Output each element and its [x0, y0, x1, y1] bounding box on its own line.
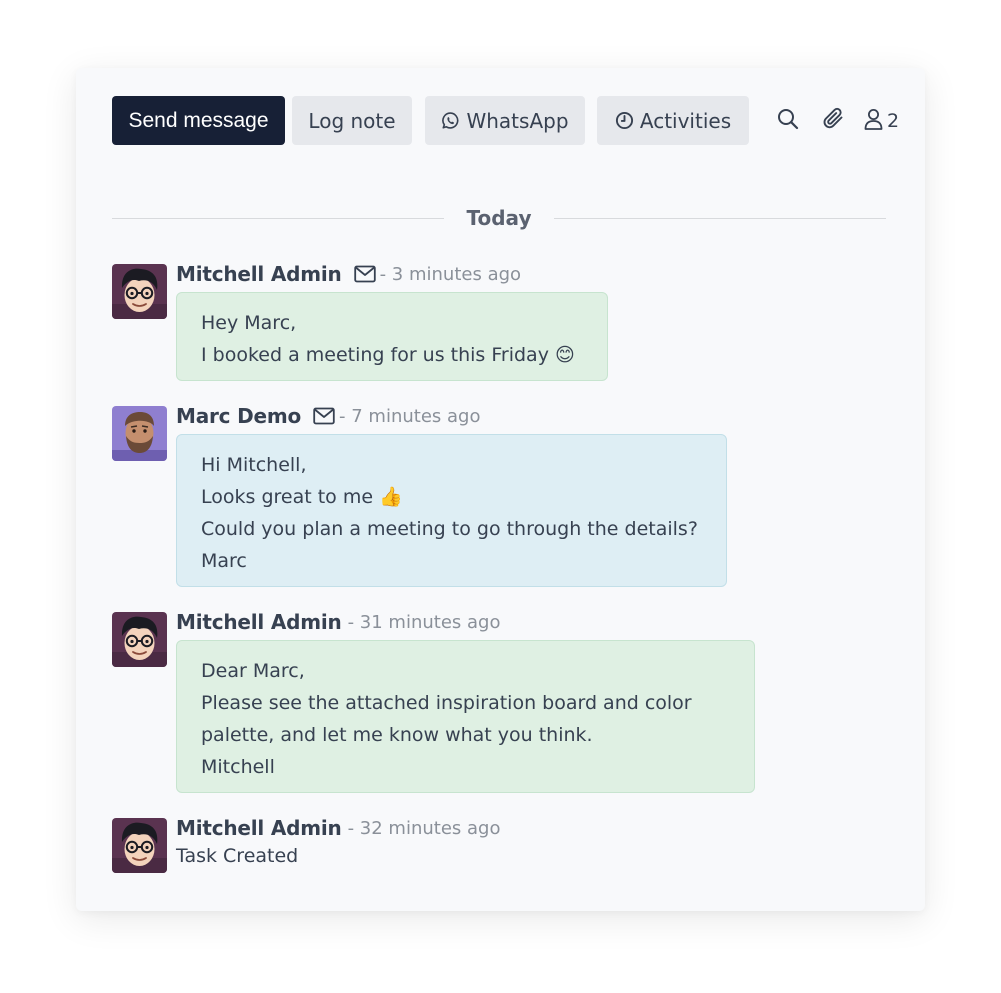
activities-button[interactable]: Activities: [597, 96, 749, 145]
message-bubble: Dear Marc, Please see the attached inspi…: [176, 640, 755, 793]
avatar[interactable]: [112, 818, 167, 873]
avatar[interactable]: [112, 406, 167, 461]
avatar[interactable]: [112, 264, 167, 319]
message-date: - 3 minutes ago: [379, 263, 522, 285]
message-header: Mitchell Admin - 31 minutes ago: [176, 609, 501, 635]
whatsapp-icon: [441, 111, 460, 130]
message-author[interactable]: Mitchell Admin: [176, 262, 342, 286]
message-line: Marc: [201, 550, 247, 572]
avatar[interactable]: [112, 612, 167, 667]
search-button[interactable]: [776, 108, 800, 134]
send-message-label: Send message: [128, 108, 269, 132]
clock-icon: [615, 111, 634, 130]
message-header: Mitchell Admin - 32 minutes ago: [176, 815, 501, 841]
send-message-button[interactable]: Send message: [112, 96, 285, 145]
whatsapp-label: WhatsApp: [466, 108, 569, 133]
message-line: Hi Mitchell,: [201, 454, 307, 476]
message-line: Dear Marc,: [201, 660, 305, 682]
message-line: Mitchell: [201, 756, 275, 778]
date-separator: Today: [466, 206, 532, 230]
message-line: Please see the attached inspiration boar…: [201, 692, 692, 714]
message-date: - 31 minutes ago: [347, 611, 501, 633]
followers-count: 2: [887, 110, 900, 132]
message-line: Could you plan a meeting to go through t…: [201, 518, 698, 540]
separator-line-left: [112, 218, 444, 219]
message-header: Mitchell Admin - 3 minutes ago: [176, 261, 521, 287]
message-author[interactable]: Mitchell Admin: [176, 816, 342, 840]
user-icon: [863, 108, 884, 135]
message-line: I booked a meeting for us this Friday 😊: [201, 344, 575, 366]
message-author[interactable]: Marc Demo: [176, 404, 301, 428]
log-note-label: Log note: [308, 108, 396, 133]
message-date: - 32 minutes ago: [347, 817, 501, 839]
envelope-icon: [313, 407, 335, 425]
message-date: - 7 minutes ago: [339, 405, 481, 427]
message-bubble: Hey Marc, I booked a meeting for us this…: [176, 292, 608, 381]
message-author[interactable]: Mitchell Admin: [176, 610, 342, 634]
search-icon: [776, 107, 800, 135]
separator-line-right: [554, 218, 886, 219]
paperclip-icon: [821, 106, 847, 136]
whatsapp-button[interactable]: WhatsApp: [425, 96, 585, 145]
log-note-button[interactable]: Log note: [292, 96, 412, 145]
followers-button[interactable]: 2: [863, 108, 899, 134]
attachments-button[interactable]: [821, 106, 847, 136]
activities-label: Activities: [639, 108, 732, 133]
message-header: Marc Demo - 7 minutes ago: [176, 403, 480, 429]
message-line: palette, and let me know what you think.: [201, 724, 593, 746]
message-body: Task Created: [176, 845, 299, 867]
envelope-icon: [353, 265, 376, 283]
message-line: Looks great to me 👍: [201, 486, 403, 508]
message-bubble: Hi Mitchell, Looks great to me 👍 Could y…: [176, 434, 727, 587]
message-line: Hey Marc,: [201, 312, 297, 334]
